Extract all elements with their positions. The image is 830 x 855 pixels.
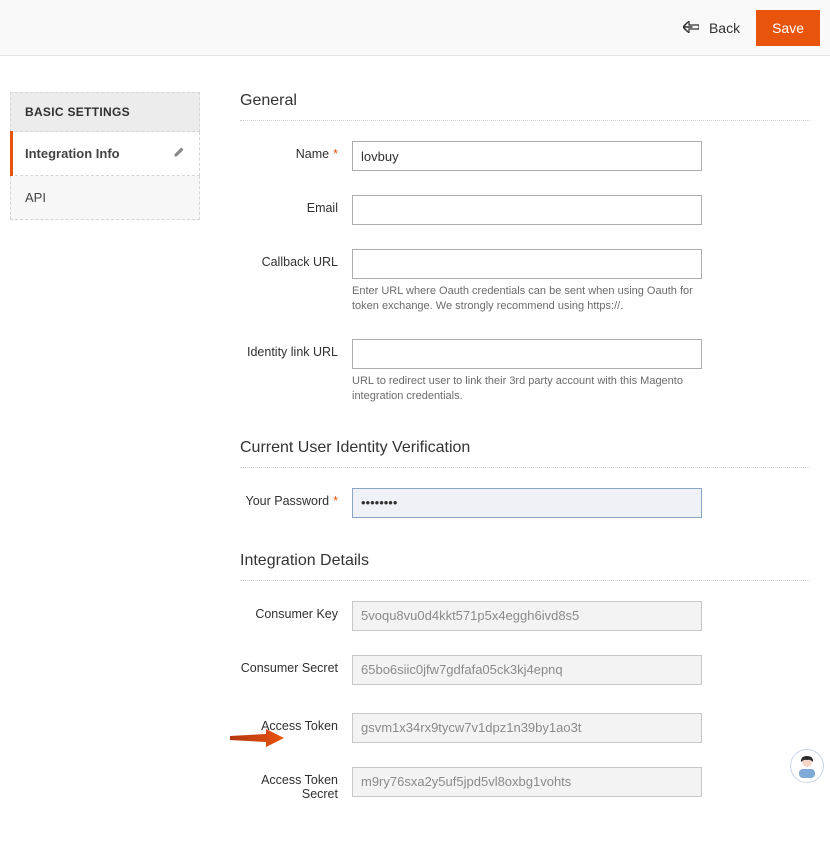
sidebar-item-label: Integration Info xyxy=(25,146,120,161)
email-input[interactable] xyxy=(352,195,702,225)
consumer-key-field xyxy=(352,601,702,631)
avatar-icon xyxy=(795,754,819,778)
access-token-field xyxy=(352,713,702,743)
required-asterisk: * xyxy=(329,494,338,508)
pencil-icon xyxy=(173,146,185,161)
identity-help-text: URL to redirect user to link their 3rd p… xyxy=(352,374,702,405)
consumer-secret-field xyxy=(352,655,702,685)
callback-url-input[interactable] xyxy=(352,249,702,279)
section-title: General xyxy=(240,92,810,121)
section-title: Integration Details xyxy=(240,552,810,581)
arrow-left-icon xyxy=(683,20,699,36)
identity-link-url-input[interactable] xyxy=(352,339,702,369)
field-label-name: Name* xyxy=(240,141,338,161)
field-label-consumer-secret: Consumer Secret xyxy=(240,655,338,675)
sidebar-item-integration-info[interactable]: Integration Info xyxy=(10,132,200,176)
top-action-bar: Back Save xyxy=(0,0,830,56)
sidebar: BASIC SETTINGS Integration Info API xyxy=(10,92,200,835)
sidebar-header: BASIC SETTINGS xyxy=(10,92,200,132)
section-verification: Current User Identity Verification Your … xyxy=(240,439,810,518)
support-avatar[interactable] xyxy=(790,749,824,783)
access-token-secret-field xyxy=(352,767,702,797)
field-label-identity: Identity link URL xyxy=(240,339,338,359)
field-label-callback: Callback URL xyxy=(240,249,338,269)
section-title: Current User Identity Verification xyxy=(240,439,810,468)
field-label-access-token-secret: Access Token Secret xyxy=(240,767,338,801)
callback-help-text: Enter URL where Oauth credentials can be… xyxy=(352,284,702,315)
sidebar-item-api[interactable]: API xyxy=(10,176,200,220)
section-integration-details: Integration Details Consumer Key Consume… xyxy=(240,552,810,801)
back-button[interactable]: Back xyxy=(683,20,740,36)
field-label-consumer-key: Consumer Key xyxy=(240,601,338,621)
main-content: General Name* Email Callback URL xyxy=(240,92,820,835)
section-general: General Name* Email Callback URL xyxy=(240,92,810,405)
back-label: Back xyxy=(709,20,740,36)
field-label-password: Your Password* xyxy=(240,488,338,508)
field-label-email: Email xyxy=(240,195,338,215)
sidebar-item-label: API xyxy=(25,190,46,205)
name-input[interactable] xyxy=(352,141,702,171)
password-input[interactable] xyxy=(352,488,702,518)
required-asterisk: * xyxy=(329,147,338,161)
save-button[interactable]: Save xyxy=(756,10,820,46)
